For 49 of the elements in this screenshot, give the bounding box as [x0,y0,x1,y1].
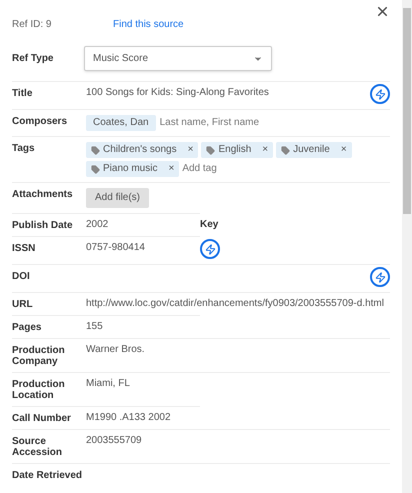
tag-icon [281,146,290,154]
field-label: Production Location [12,378,66,401]
field-label: Publish Date [12,219,74,231]
field-label: Title [12,87,34,101]
field-value[interactable]: 155 [86,321,103,333]
field-label: Attachments [12,188,74,202]
field-value[interactable]: Miami, FL [86,378,130,390]
find-source-link[interactable]: Find this source [113,19,184,31]
field-value[interactable]: 100 Songs for Kids: Sing-Along Favorites [86,87,269,99]
field-label: Ref Type [12,52,54,64]
field-label: URL [12,298,34,310]
field-label: ISSN [12,242,36,256]
name-input-field[interactable]: Last name, First name [160,117,270,129]
remove-tag-icon[interactable]: × [340,144,347,156]
tag-icon [91,146,100,154]
field-label: Call Number [12,412,72,424]
field-value[interactable]: http://www.loc.gov/catdir/enhancements/fy0903/2003555709-d.html [86,298,384,310]
tag-chip[interactable]: Piano music × [86,161,180,177]
field-value[interactable]: 2002 [86,219,108,231]
field-label: DOI [12,270,31,284]
tag-input-field[interactable]: Add tag [182,163,242,175]
ref-id: Ref ID: 9 [12,19,52,31]
remove-tag-icon[interactable]: × [168,163,174,175]
name-chip[interactable]: Coates, Dan [86,115,156,131]
field-label: Source Accession [12,435,64,458]
field-label: Tags [12,142,36,156]
remove-tag-icon[interactable]: × [262,144,268,156]
ref-type-select[interactable]: Music Score [84,46,272,71]
field-label: Key [200,219,218,231]
tag-chip[interactable]: English × [201,142,274,158]
field-value[interactable]: 0757-980414 [86,242,145,254]
close-icon[interactable] [375,4,390,19]
lightning-icon[interactable] [200,239,220,259]
lightning-icon[interactable] [370,84,390,104]
field-label: Composers [12,115,68,129]
field-value[interactable]: 2003555709 [86,435,142,447]
field-value[interactable]: Warner Bros. [86,344,145,356]
scrollbar[interactable] [402,0,412,493]
field-label: Production Company [12,344,66,367]
lightning-icon[interactable] [370,267,390,287]
tag-chip[interactable]: Juvenile × [276,142,352,158]
add-files-button[interactable]: Add file(s) [86,188,150,208]
tag-icon [91,164,100,174]
field-value[interactable]: M1990 .A133 2002 [86,412,171,424]
tag-chip[interactable]: Children's songs × [86,142,198,158]
remove-tag-icon[interactable]: × [188,144,194,156]
field-label: Date Retrieved [12,469,84,481]
field-label: Pages [12,321,42,333]
tag-icon [206,146,216,154]
